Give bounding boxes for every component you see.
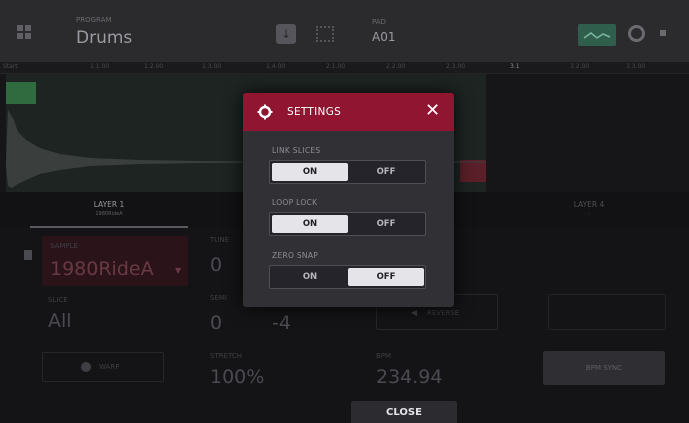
ruler-mark: 2.1.00	[326, 63, 346, 70]
trash-icon[interactable]	[24, 250, 32, 260]
sample-label: SAMPLE	[50, 242, 78, 250]
loop-lock-off[interactable]: OFF	[348, 215, 424, 233]
semi-value[interactable]: 0	[210, 312, 222, 334]
link-slices-on[interactable]: ON	[272, 163, 348, 181]
zero-snap-label: ZERO SNAP	[272, 251, 319, 260]
locate-icon[interactable]	[316, 26, 334, 42]
layer4-slot[interactable]	[548, 294, 666, 330]
ruler-mark: Start	[3, 63, 18, 70]
fine-value[interactable]: -4	[272, 312, 291, 334]
ruler-mark: 1.4.00	[266, 63, 286, 70]
ruler-mark: 2.2.00	[386, 63, 406, 70]
dialog-title: SETTINGS	[287, 106, 342, 118]
rewind-icon: ◀	[411, 308, 418, 317]
ruler-mark: 1.3.00	[202, 63, 222, 70]
bpm-value[interactable]: 234.94	[376, 366, 442, 388]
pad-value[interactable]: A01	[372, 30, 395, 44]
pad-label: PAD	[372, 18, 386, 26]
reverse-label: REVERSE	[427, 309, 460, 317]
loop-lock-on[interactable]: ON	[272, 215, 348, 233]
tune-label: TUNE	[210, 236, 230, 244]
link-slices-label: LINK SLICES	[272, 146, 321, 155]
waveform-view-icon[interactable]	[578, 24, 616, 46]
warp-label: WARP	[99, 363, 120, 371]
ruler-mark: 2.3.00	[446, 63, 466, 70]
dialog-header: SETTINGS ✕	[243, 93, 454, 131]
slice-value[interactable]: All	[48, 310, 72, 332]
bpm-label: BPM	[376, 352, 392, 360]
ruler-mark: 3.2.00	[570, 63, 590, 70]
chevron-down-icon: ▼	[175, 266, 182, 275]
layer-title: LAYER 1	[93, 200, 125, 209]
stretch-label: STRETCH	[210, 352, 243, 360]
zero-snap-toggle[interactable]: ON OFF	[269, 265, 426, 289]
layer-sample: -	[588, 211, 590, 217]
tab-layer-1[interactable]: LAYER 1 1980RideA	[30, 196, 188, 228]
loop-lock-toggle[interactable]: ON OFF	[269, 212, 426, 236]
download-icon[interactable]: ↓	[276, 24, 296, 44]
ruler-mark: 1.2.00	[144, 63, 164, 70]
bpm-sync-label: BPM SYNC	[585, 364, 623, 372]
close-button[interactable]: CLOSE	[351, 401, 457, 423]
stretch-value[interactable]: 100%	[210, 366, 264, 388]
gear-icon	[257, 104, 273, 120]
ruler-mark: 3.1	[510, 63, 520, 70]
settings-dialog: SETTINGS ✕ LINK SLICES ON OFF LOOP LOCK …	[243, 93, 454, 307]
loop-lock-label: LOOP LOCK	[272, 198, 318, 207]
link-slices-off[interactable]: OFF	[348, 163, 424, 181]
ruler-mark: 1.1.00	[90, 63, 110, 70]
zero-snap-on[interactable]: ON	[272, 268, 348, 286]
menu-icon[interactable]	[660, 30, 666, 36]
link-slices-toggle[interactable]: ON OFF	[269, 160, 426, 184]
tab-layer-4[interactable]: LAYER 4 -	[510, 196, 668, 228]
program-name[interactable]: Drums	[76, 28, 132, 48]
sample-value: 1980RideA	[50, 258, 154, 280]
slice-label: SLICE	[48, 296, 68, 304]
layer-title: LAYER 4	[573, 200, 605, 209]
header-bar: PROGRAM Drums ↓ PAD A01	[0, 0, 689, 62]
bpm-sync-button[interactable]: BPM SYNC	[543, 351, 665, 385]
program-label: PROGRAM	[76, 16, 112, 24]
tune-value[interactable]: 0	[210, 254, 222, 276]
warp-icon	[81, 362, 91, 372]
warp-button[interactable]: WARP	[42, 352, 164, 382]
layer-sample: 1980RideA	[95, 211, 123, 217]
gear-icon[interactable]	[628, 25, 645, 42]
close-icon[interactable]: ✕	[425, 100, 440, 121]
zero-snap-off[interactable]: OFF	[348, 268, 424, 286]
sample-selector[interactable]: SAMPLE 1980RideA ▼	[42, 236, 188, 286]
program-grid-icon[interactable]	[17, 25, 32, 40]
timeline-ruler: Start 1.1.00 1.2.00 1.3.00 1.4.00 2.1.00…	[0, 62, 689, 74]
ruler-mark: 3.3.00	[626, 63, 646, 70]
semi-label: SEMI	[210, 294, 227, 302]
